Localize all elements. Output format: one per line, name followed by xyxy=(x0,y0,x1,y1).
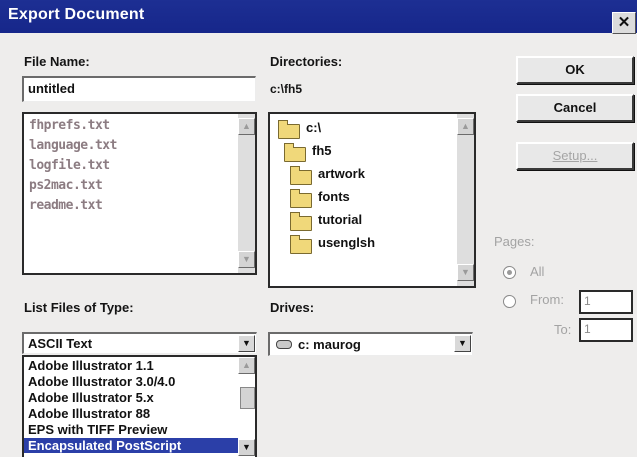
list-files-of-type-label: List Files of Type: xyxy=(24,300,134,315)
open-folder-icon xyxy=(278,120,300,139)
scroll-down-button[interactable]: ▼ xyxy=(238,251,255,268)
file-name-value: untitled xyxy=(28,81,75,96)
file-list-item[interactable]: ps2mac.txt xyxy=(29,178,103,193)
from-page-input[interactable]: 1 xyxy=(579,290,633,314)
directory-item[interactable]: usenglsh xyxy=(318,235,375,250)
file-list-scrollbar[interactable]: ▲ ▼ xyxy=(238,114,255,273)
file-name-label: File Name: xyxy=(24,54,90,69)
to-page-input[interactable]: 1 xyxy=(579,318,633,342)
folder-icon xyxy=(290,189,312,208)
file-name-input[interactable]: untitled xyxy=(22,76,256,102)
drive-icon xyxy=(276,340,292,349)
chevron-down-icon[interactable]: ▼ xyxy=(238,335,255,352)
scroll-up-button[interactable]: ▲ xyxy=(238,118,255,135)
file-type-scrollbar[interactable]: ▲ ▼ xyxy=(238,357,255,457)
scroll-thumb[interactable] xyxy=(240,387,255,409)
file-type-option[interactable]: Adobe Illustrator 5.x xyxy=(28,390,154,405)
open-folder-icon xyxy=(284,143,306,162)
file-type-selected: ASCII Text xyxy=(28,336,93,351)
folder-icon xyxy=(290,166,312,185)
directory-item[interactable]: artwork xyxy=(318,166,365,181)
current-path: c:\fh5 xyxy=(270,82,303,96)
file-type-option[interactable]: Adobe Illustrator 1.1 xyxy=(28,358,154,373)
from-label: From: xyxy=(530,292,564,307)
file-type-select[interactable]: ASCII Text ▼ xyxy=(22,332,257,354)
dir-scroll-down-button[interactable]: ▼ xyxy=(457,264,474,281)
drives-chevron-down-icon[interactable]: ▼ xyxy=(454,335,471,352)
to-label: To: xyxy=(554,322,572,337)
export-document-dialog: Export Document ✕ File Name: untitled fh… xyxy=(0,0,637,457)
directory-item[interactable]: c:\ xyxy=(306,120,321,135)
file-type-option[interactable]: Adobe Illustrator 3.0/4.0 xyxy=(28,374,175,389)
folder-icon xyxy=(290,212,312,231)
dialog-title: Export Document xyxy=(8,6,145,23)
all-pages-label: All xyxy=(530,264,545,279)
directory-item[interactable]: tutorial xyxy=(318,212,362,227)
directories-label: Directories: xyxy=(270,54,343,69)
drives-label: Drives: xyxy=(270,300,315,315)
type-scroll-up-button[interactable]: ▲ xyxy=(238,357,255,374)
file-list-item[interactable]: readme.txt xyxy=(29,198,103,213)
ok-button[interactable]: OK xyxy=(516,56,634,84)
close-button[interactable]: ✕ xyxy=(612,12,636,34)
directory-item[interactable]: fonts xyxy=(318,189,350,204)
folder-icon xyxy=(290,235,312,254)
title-bar[interactable]: Export Document ✕ xyxy=(0,0,637,34)
directory-tree[interactable]: c:\ fh5 artwork fonts tutorial usenglsh ▲ ▼ xyxy=(268,112,476,288)
cancel-button[interactable]: Cancel xyxy=(516,94,634,122)
setup-label: Setup... xyxy=(552,148,598,163)
drive-selected: c: maurog xyxy=(298,337,361,352)
file-type-option[interactable]: Adobe Illustrator 88 xyxy=(28,406,150,421)
file-type-dropdown[interactable]: Adobe Illustrator 1.1 Adobe Illustrator 3… xyxy=(22,355,257,457)
all-pages-radio[interactable] xyxy=(503,266,516,279)
file-list-item[interactable]: language.txt xyxy=(29,138,117,153)
type-scroll-down-button[interactable]: ▼ xyxy=(238,439,255,456)
file-type-option[interactable]: Encapsulated PostScript xyxy=(24,438,251,453)
dir-scroll-up-button[interactable]: ▲ xyxy=(457,118,474,135)
file-list-item[interactable]: fhprefs.txt xyxy=(29,118,110,133)
setup-button[interactable]: Setup... xyxy=(516,142,634,170)
close-icon: ✕ xyxy=(617,14,631,31)
file-list-item[interactable]: logfile.txt xyxy=(29,158,110,173)
directory-scrollbar[interactable]: ▲ ▼ xyxy=(457,114,474,286)
from-pages-radio[interactable] xyxy=(503,295,516,308)
drives-select[interactable]: c: maurog ▼ xyxy=(268,332,473,356)
pages-label: Pages: xyxy=(494,234,535,249)
file-list[interactable]: fhprefs.txt language.txt logfile.txt ps2mac… xyxy=(22,112,257,275)
directory-item[interactable]: fh5 xyxy=(312,143,332,158)
file-type-option[interactable]: EPS with TIFF Preview xyxy=(28,422,167,437)
